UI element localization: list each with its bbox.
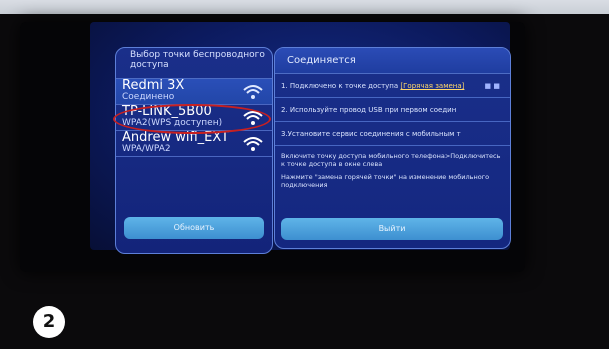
network-status: WPA/WPA2 (122, 144, 171, 154)
info-paragraph-1: Включите точку доступа мобильного телефо… (281, 152, 501, 168)
network-list-title: Выбор точки беспроводного доступа (116, 48, 272, 79)
step-text: 1. Подключено к точке доступа (281, 82, 401, 90)
wifi-icon (243, 85, 263, 99)
network-list-panel: Выбор точки беспроводного доступа Redmi … (115, 47, 273, 254)
network-name: Redmi 3X (122, 78, 185, 93)
info-paragraph-2: Нажмите "замена горячей точки" на измене… (281, 173, 490, 189)
wifi-icon (243, 137, 263, 151)
network-status: Соединено (122, 92, 175, 102)
step-dots: ■ ■ (484, 82, 500, 90)
info-text: Включите точку доступа мобильного телефо… (275, 146, 510, 189)
step-number-badge: 2 (33, 306, 65, 338)
top-strip (0, 0, 609, 14)
connection-title: Соединяется (275, 48, 510, 74)
step-text: 3.Установите сервис соединения с мобильн… (281, 130, 461, 138)
step-3: 3.Установите сервис соединения с мобильн… (275, 122, 510, 146)
hot-swap-link[interactable]: [Горячая замена] (400, 82, 464, 90)
step-2: 2. Используйте провод USB при первом сое… (275, 98, 510, 122)
step-1: 1. Подключено к точке доступа [Горячая з… (275, 74, 510, 98)
refresh-button[interactable]: Обновить (124, 217, 264, 239)
step-text: 2. Используйте провод USB при первом сое… (281, 106, 457, 114)
connection-panel: Соединяется 1. Подключено к точке доступ… (274, 47, 511, 249)
highlight-annotation (113, 104, 271, 134)
network-item-andrew[interactable]: Andrew wifi_EXT WPA/WPA2 (116, 131, 272, 157)
exit-button[interactable]: Выйти (281, 218, 503, 240)
network-item-redmi[interactable]: Redmi 3X Соединено (116, 79, 272, 105)
